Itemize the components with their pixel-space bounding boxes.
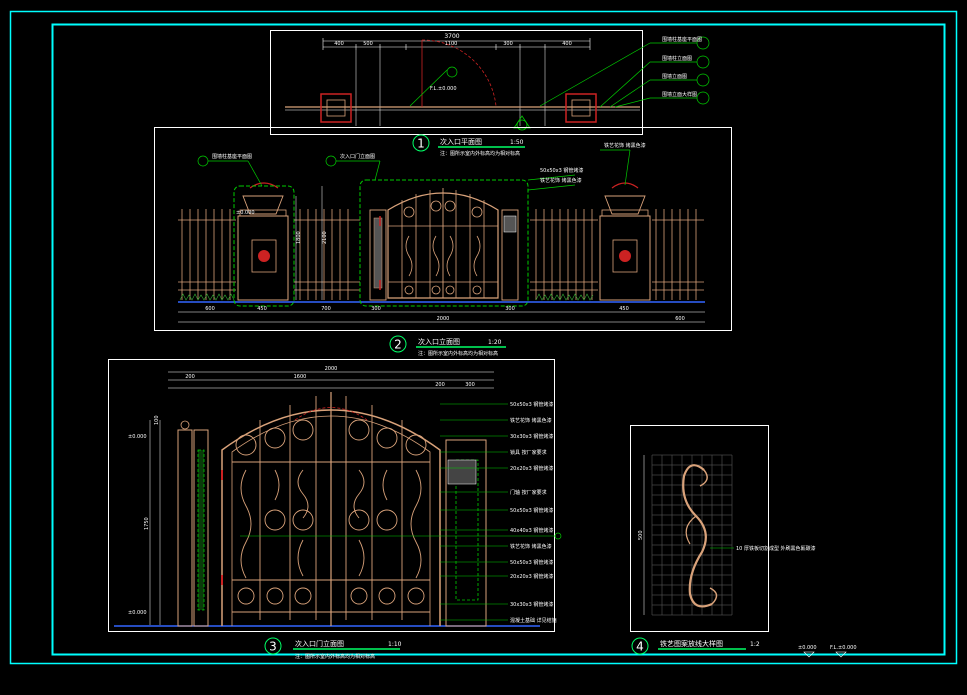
view2-note: 注：图所示室内外标高均为相对标高 <box>418 350 498 357</box>
view1-dim-4: 300 <box>503 41 513 47</box>
view1-plan: 3700 400 500 1100 300 400 围墙柱基座平面图 围墙柱立面… <box>270 30 710 157</box>
view1-callout-4: 围墙立面大样图 <box>662 91 697 98</box>
view2-dim-7: 450 <box>619 306 629 312</box>
view1-dim-5: 400 <box>562 41 572 47</box>
view2-dim-5: 2000 <box>437 316 450 322</box>
view2-callout-right-1: 50x50x3 钢管烤漆 <box>540 167 583 174</box>
view3-callout-7: 50x50x3 钢管烤漆 <box>510 507 553 514</box>
view2-dim-2: 450 <box>257 306 267 312</box>
view2-callout-urn: 铁艺花饰 烤黑色漆 <box>604 142 646 149</box>
view2-callout-left: 围墙柱基座平面图 <box>212 153 252 160</box>
view2-dim-6: 300 <box>505 306 515 312</box>
view3-callout-2: 铁艺花饰 烤黑色漆 <box>510 417 552 424</box>
level-symbol-1: ±0.000 <box>798 645 817 651</box>
view2-dim-1: 600 <box>205 306 215 312</box>
view1-callout-2: 围墙柱立面图 <box>662 55 692 62</box>
view4-ornament-detail: 500 10 厚铁板切割成型 外刷黑色氟碳漆 4 铁艺图案放线大样图 1:2 <box>630 425 816 655</box>
view4-frame <box>630 425 769 632</box>
outer-sheet-border <box>9 10 958 665</box>
cad-drawing-canvas: 3700 400 500 1100 300 400 围墙柱基座平面图 围墙柱立面… <box>9 10 958 665</box>
view3-title: 次入口门立面图 <box>295 639 344 648</box>
view4-scroll-ornament <box>682 464 713 608</box>
view2-callout-right-2: 铁艺花饰 烤黑色漆 <box>540 177 582 184</box>
view2-gate <box>359 179 529 307</box>
view1-dim-3: 1100 <box>445 41 458 47</box>
level-symbol-2: F.L.±0.000 <box>830 645 857 651</box>
view3-callout-9: 铁艺花饰 烤黑色漆 <box>510 543 552 550</box>
view3-callout-3: 30x30x3 钢管烤漆 <box>510 433 553 440</box>
view3-callout-12: 30x30x3 钢管烤漆 <box>510 601 553 608</box>
view1-pillar-left <box>320 93 352 123</box>
view4-grid <box>651 454 733 616</box>
view1-pillar-right <box>565 93 597 123</box>
view2-elevation: 600 450 700 300 2000 300 450 600 1800 21… <box>154 127 732 357</box>
view3-callout-8: 40x40x3 钢管烤漆 <box>510 527 553 534</box>
view3-dim-total: 2000 <box>325 366 338 372</box>
view3-height-top: 100 <box>154 415 160 425</box>
view1-dim-total: 3700 <box>444 33 459 40</box>
view3-callout-4: 锁具 按厂家要求 <box>510 449 547 456</box>
view1-callout-3: 围墙立面图 <box>662 73 687 80</box>
view4-number: 4 <box>636 640 644 654</box>
view3-height: 1750 <box>144 517 150 530</box>
view2-height-1: 1800 <box>296 231 302 244</box>
view4-title: 铁艺图案放线大样图 <box>660 639 723 648</box>
view4-scale: 1:2 <box>750 641 760 648</box>
view3-callout-10: 50x50x3 钢管烤漆 <box>510 559 553 566</box>
view1-title: 次入口平面图 <box>440 137 482 146</box>
view2-dim-3: 700 <box>321 306 331 312</box>
view2-dim-8: 600 <box>675 316 685 322</box>
view2-elev-left: ±0.000 <box>236 210 255 216</box>
view2-dim-4: 300 <box>371 306 381 312</box>
view2-number: 2 <box>394 338 402 352</box>
view3-scale: 1:10 <box>388 641 402 648</box>
view1-dim-2: 500 <box>363 41 373 47</box>
view3-number: 3 <box>269 640 277 654</box>
view1-floor-level: F.L.±0.000 <box>430 86 457 92</box>
view3-callout-11: 20x20x3 钢管烤漆 <box>510 573 553 580</box>
view2-height-2: 2100 <box>322 231 328 244</box>
view3-callout-13: 混凝土基础 详见结施 <box>510 617 557 624</box>
view3-elev-ground: ±0.000 <box>128 610 147 616</box>
view3-callout-1: 50x50x3 钢管烤漆 <box>510 401 553 408</box>
view3-callout-6: 门轴 按厂家要求 <box>510 489 547 496</box>
view4-callout: 10 厚铁板切割成型 外刷黑色氟碳漆 <box>736 545 816 552</box>
view1-callout-1: 围墙柱基座平面图 <box>662 36 702 43</box>
view3-callout-5: 20x20x3 钢管烤漆 <box>510 465 553 472</box>
view3-dim-1: 200 <box>185 374 195 380</box>
view2-fence-left <box>178 209 236 300</box>
view2-title: 次入口立面图 <box>418 337 460 346</box>
view1-note: 注：图所示室内外标高均为相对标高 <box>440 150 520 157</box>
view3-dim-4: 300 <box>465 382 475 388</box>
view3-note: 注：图所示室内外标高均为相对标高 <box>295 653 375 660</box>
view1-scale: 1:50 <box>510 139 524 146</box>
view3-dim-3: 200 <box>435 382 445 388</box>
view2-scale: 1:20 <box>488 339 502 346</box>
view3-dim-2: 1600 <box>294 374 307 380</box>
view1-number: 1 <box>417 137 425 151</box>
view2-callout-gate: 次入口门立面图 <box>340 153 375 160</box>
view4-dim: 500 <box>638 530 644 540</box>
view1-dim-1: 400 <box>334 41 344 47</box>
view3-gate-detail: 2000 200 1600 200 300 1750 100 ±0.000 ±0… <box>108 359 562 660</box>
view3-elev-top: ±0.000 <box>128 434 147 440</box>
